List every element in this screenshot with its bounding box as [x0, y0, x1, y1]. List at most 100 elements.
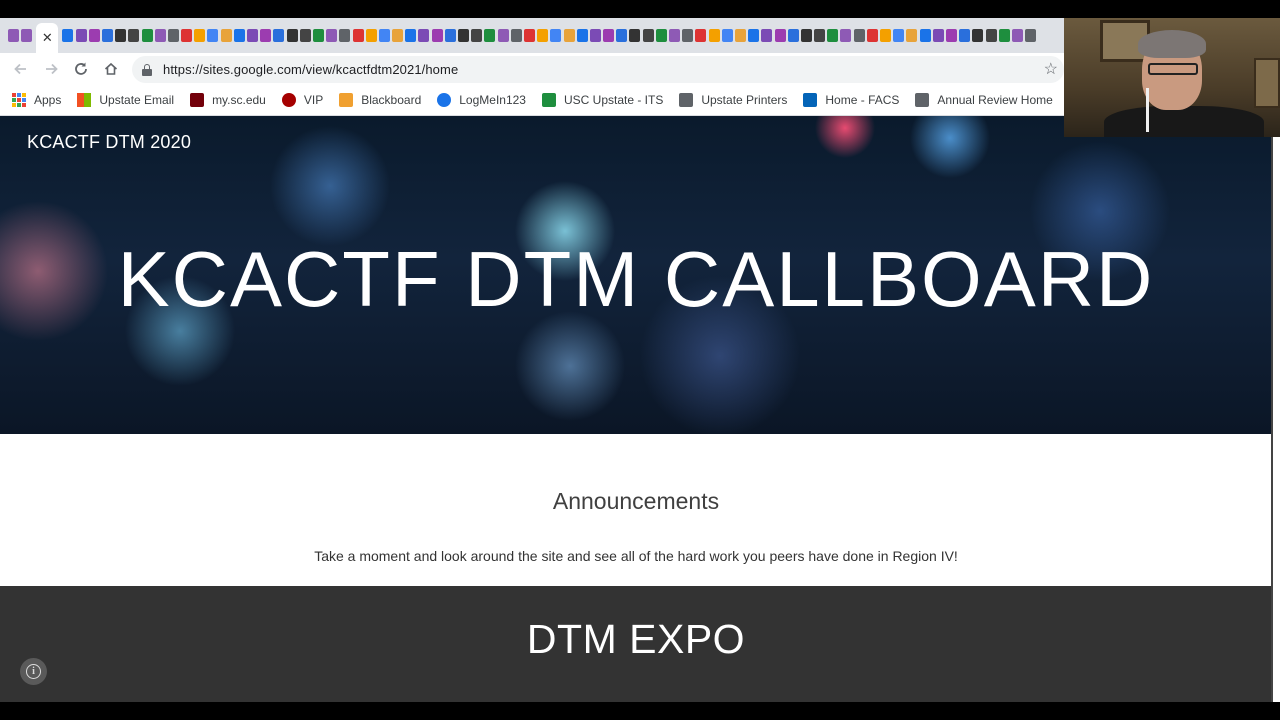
tab-favicon-icon[interactable] — [576, 29, 588, 42]
bookmark-item[interactable]: Upstate Printers — [679, 93, 787, 107]
person-shirt — [1104, 106, 1264, 137]
tab-favicon-icon[interactable] — [563, 29, 575, 42]
tab-favicon-icon[interactable] — [761, 29, 773, 42]
bookmark-item[interactable]: Apps — [12, 93, 61, 107]
tab-favicon-icon[interactable] — [985, 29, 997, 42]
site-name[interactable]: KCACTF DTM 2020 — [27, 132, 191, 153]
tab-favicon-icon[interactable] — [537, 29, 549, 42]
tab-favicon-icon[interactable] — [655, 29, 667, 42]
bookmark-item[interactable]: Annual Review Home — [915, 93, 1053, 107]
tab-favicon-icon[interactable] — [247, 29, 258, 42]
tab-favicon-icon[interactable] — [840, 29, 852, 42]
tab-favicon-icon[interactable] — [299, 29, 311, 42]
tab-favicon-icon[interactable] — [748, 29, 760, 42]
tab-favicon-icon[interactable] — [774, 29, 786, 42]
tab-favicon-icon[interactable] — [814, 29, 826, 42]
tab-favicon-icon[interactable] — [365, 29, 377, 42]
bookmark-item[interactable]: LogMeIn123 — [437, 93, 526, 107]
tab-close-icon[interactable]: ✕ — [36, 22, 59, 53]
tab-favicon-icon[interactable] — [260, 29, 272, 42]
tab-favicon-icon[interactable] — [866, 29, 878, 42]
bookmark-item[interactable]: Home - FACS — [803, 93, 899, 107]
tab-favicon-icon[interactable] — [550, 29, 562, 42]
tab-favicon-icon[interactable] — [853, 29, 865, 42]
bookmark-item[interactable]: Blackboard — [339, 93, 421, 107]
tab-favicon-icon[interactable] — [682, 29, 694, 42]
tab-favicon-icon[interactable] — [207, 29, 219, 42]
tab-favicon-icon[interactable] — [194, 29, 206, 42]
tab-favicon-icon[interactable] — [115, 29, 127, 42]
tab-favicon-icon[interactable] — [787, 29, 799, 42]
tab-favicon-icon[interactable] — [352, 29, 364, 42]
bookmark-label: Home - FACS — [825, 93, 900, 107]
forward-icon[interactable] — [36, 54, 66, 84]
tab-favicon-icon[interactable] — [695, 29, 707, 42]
address-bar[interactable]: https://sites.google.com/view/kcactfdtm2… — [132, 56, 1064, 83]
tab-favicon-icon[interactable] — [88, 29, 100, 42]
tab-favicon-icon[interactable] — [616, 29, 628, 42]
tab-favicon-icon[interactable] — [326, 29, 338, 42]
tab-favicon-icon[interactable] — [484, 29, 496, 42]
tab-favicon-icon[interactable] — [101, 29, 113, 42]
info-button[interactable]: i — [20, 658, 47, 685]
tab-favicon-icon[interactable] — [286, 29, 298, 42]
tab-favicon-icon[interactable] — [642, 29, 654, 42]
tab-favicon-icon[interactable] — [827, 29, 839, 42]
tab-favicon-icon[interactable] — [800, 29, 812, 42]
tab-favicon-icon[interactable] — [339, 29, 351, 42]
expo-section: DTM EXPO i — [0, 586, 1272, 702]
tab-favicon-icon[interactable] — [8, 29, 19, 42]
tab-favicon-icon[interactable] — [603, 29, 615, 42]
tab-favicon-icon[interactable] — [589, 29, 601, 42]
tab-favicon-icon[interactable] — [154, 29, 166, 42]
tab-favicon-icon[interactable] — [669, 29, 680, 42]
tab-favicon-icon[interactable] — [141, 29, 153, 42]
back-icon[interactable] — [6, 54, 36, 84]
url-text[interactable]: https://sites.google.com/view/kcactfdtm2… — [163, 62, 458, 77]
tab-favicon-icon[interactable] — [458, 29, 469, 42]
tab-favicon-icon[interactable] — [523, 29, 535, 42]
tab-favicon-icon[interactable] — [220, 29, 232, 42]
tab-favicon-icon[interactable] — [431, 29, 443, 42]
tab-favicon-icon[interactable] — [128, 29, 140, 42]
bookmark-item[interactable]: Upstate Email — [77, 93, 174, 107]
tab-favicon-icon[interactable] — [405, 29, 417, 42]
tab-favicon-icon[interactable] — [273, 29, 285, 42]
bookmark-item[interactable]: my.sc.edu — [190, 93, 266, 107]
tab-favicon-icon[interactable] — [1011, 29, 1023, 42]
tab-favicon-icon[interactable] — [972, 29, 984, 42]
tab-favicon-icon[interactable] — [906, 29, 918, 42]
tab-favicon-icon[interactable] — [932, 29, 944, 42]
tab-favicon-icon[interactable] — [919, 29, 931, 42]
tab-favicon-icon[interactable] — [708, 29, 720, 42]
tab-favicon-icon[interactable] — [392, 29, 404, 42]
bookmark-item[interactable]: VIP — [281, 93, 323, 107]
bookmark-item[interactable]: USC Upstate - ITS — [541, 93, 663, 107]
tab-favicon-icon[interactable] — [21, 29, 33, 42]
tab-favicon-icon[interactable] — [1025, 29, 1037, 42]
tab-favicon-icon[interactable] — [998, 29, 1010, 42]
scrollbar[interactable] — [1271, 116, 1280, 702]
tab-favicon-icon[interactable] — [880, 29, 891, 42]
tab-favicon-icon[interactable] — [497, 29, 509, 42]
tab-favicon-icon[interactable] — [167, 29, 179, 42]
bookmark-star-icon[interactable]: ☆ — [1044, 59, 1058, 79]
tab-favicon-icon[interactable] — [444, 29, 456, 42]
tab-favicon-icon[interactable] — [312, 29, 324, 42]
home-icon[interactable] — [96, 54, 126, 84]
reload-icon[interactable] — [66, 54, 96, 84]
tab-favicon-icon[interactable] — [75, 29, 87, 42]
tab-favicon-icon[interactable] — [734, 29, 746, 42]
tab-favicon-icon[interactable] — [893, 29, 905, 42]
tab-favicon-icon[interactable] — [233, 29, 245, 42]
tab-favicon-icon[interactable] — [945, 29, 957, 42]
tab-favicon-icon[interactable] — [378, 29, 390, 42]
tab-favicon-icon[interactable] — [181, 29, 193, 42]
tab-favicon-icon[interactable] — [721, 29, 733, 42]
tab-favicon-icon[interactable] — [471, 29, 483, 42]
tab-favicon-icon[interactable] — [959, 29, 971, 42]
tab-favicon-icon[interactable] — [510, 29, 522, 42]
tab-favicon-icon[interactable] — [418, 29, 430, 42]
tab-favicon-icon[interactable] — [62, 29, 74, 42]
tab-favicon-icon[interactable] — [629, 29, 641, 42]
